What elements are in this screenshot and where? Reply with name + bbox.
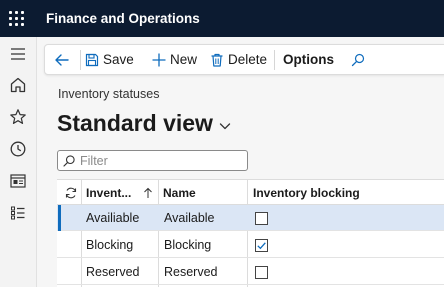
row-selection-indicator xyxy=(58,205,61,231)
top-bar: Finance and Operations xyxy=(0,0,444,37)
recent-clock-icon[interactable] xyxy=(8,139,28,159)
back-arrow-icon xyxy=(55,53,69,66)
cell-blocking xyxy=(255,259,268,285)
blocking-checkbox[interactable] xyxy=(255,265,268,279)
save-button[interactable]: Save xyxy=(84,45,134,74)
blocking-checkbox[interactable] xyxy=(255,211,268,225)
cell-name[interactable]: Blocking xyxy=(164,232,211,258)
app-title: Finance and Operations xyxy=(46,11,200,26)
options-label: Options xyxy=(283,52,334,67)
nav-rail xyxy=(0,37,37,287)
main-content: Save New Delete Options Inventory status… xyxy=(37,37,444,287)
action-pane: Save New Delete Options xyxy=(44,44,444,75)
home-icon[interactable] xyxy=(8,75,28,95)
view-selector[interactable]: Standard view xyxy=(57,110,232,137)
column-header-status[interactable]: Invent... xyxy=(86,180,158,205)
table-row[interactable]: Blocking Blocking xyxy=(57,232,444,258)
options-tab[interactable]: Options xyxy=(283,45,334,74)
cell-status[interactable]: Availiable xyxy=(86,205,139,231)
cell-status[interactable]: Blocking xyxy=(86,232,133,258)
cell-blocking xyxy=(255,232,268,258)
filter-search-icon xyxy=(63,154,75,167)
new-label: New xyxy=(170,52,198,67)
checkmark-icon xyxy=(257,241,266,249)
chevron-down-icon xyxy=(219,123,231,130)
filter-field[interactable] xyxy=(57,150,248,171)
cell-status[interactable]: Reserved xyxy=(86,259,140,285)
column-header-status-label: Invent... xyxy=(86,185,132,200)
filter-input[interactable] xyxy=(80,153,240,168)
delete-button[interactable]: Delete xyxy=(209,45,267,74)
toolbar-divider xyxy=(274,50,275,70)
delete-label: Delete xyxy=(228,52,268,67)
cell-blocking xyxy=(255,205,268,231)
plus-icon xyxy=(152,53,166,66)
new-button[interactable]: New xyxy=(151,45,197,74)
page-caption: Inventory statuses xyxy=(58,87,160,101)
workspaces-icon[interactable] xyxy=(8,171,28,191)
cell-name[interactable]: Available xyxy=(164,205,215,231)
view-name: Standard view xyxy=(57,110,213,136)
save-icon xyxy=(85,53,99,66)
search-button[interactable] xyxy=(350,45,369,74)
cell-name[interactable]: Reserved xyxy=(164,259,218,285)
column-header-name[interactable]: Name xyxy=(163,180,249,205)
inventory-status-grid: Invent... Name Inventory blocking Availi… xyxy=(57,179,444,287)
table-row[interactable]: Availiable Available xyxy=(57,205,444,231)
modules-list-icon[interactable] xyxy=(8,203,28,223)
toolbar-divider xyxy=(80,50,81,70)
blocking-checkbox[interactable] xyxy=(255,238,268,252)
table-row[interactable]: Reserved Reserved xyxy=(57,259,444,285)
favorites-star-icon[interactable] xyxy=(8,107,28,127)
hamburger-menu-icon[interactable] xyxy=(8,44,28,64)
column-header-blocking[interactable]: Inventory blocking xyxy=(253,180,443,205)
save-label: Save xyxy=(103,52,134,67)
search-icon xyxy=(351,53,365,66)
sort-ascending-icon xyxy=(144,187,153,198)
trash-icon xyxy=(211,53,223,67)
refresh-icon[interactable] xyxy=(61,180,81,205)
grid-header: Invent... Name Inventory blocking xyxy=(57,180,444,205)
app-launcher-icon[interactable] xyxy=(9,11,25,27)
back-button[interactable] xyxy=(54,45,73,74)
